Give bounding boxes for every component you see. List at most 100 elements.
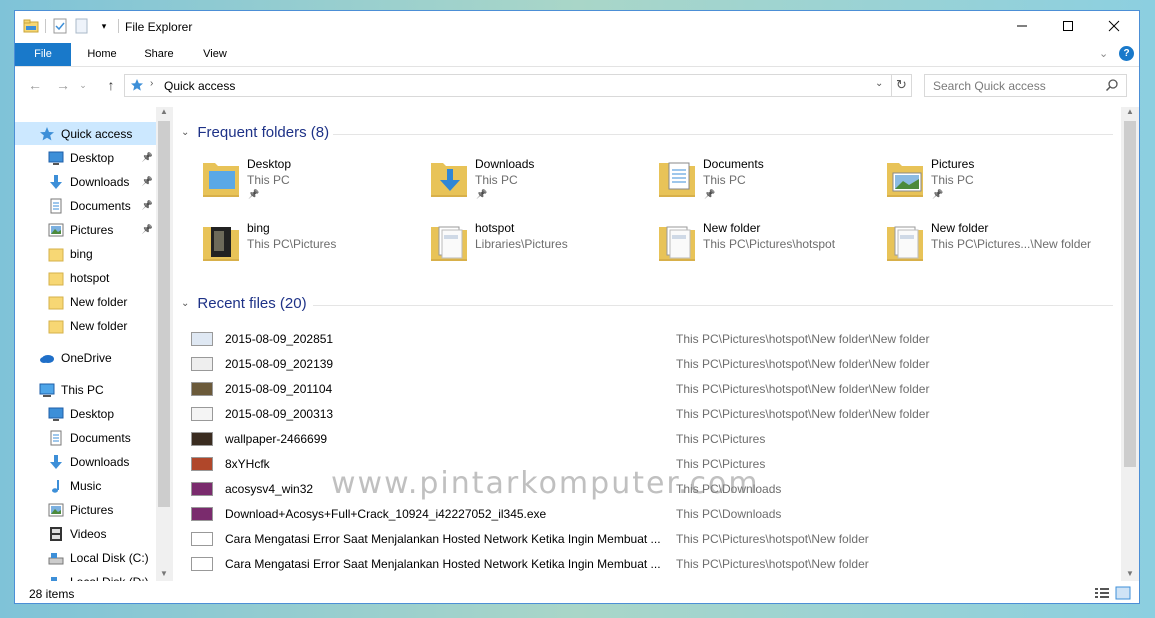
nav-item-new-folder[interactable]: New folder: [15, 290, 157, 313]
forward-button[interactable]: →: [53, 75, 73, 95]
folder-tile[interactable]: New folder This PC\Pictures\hotspot: [657, 219, 885, 275]
back-arrow-icon: ←: [28, 77, 42, 93]
details-view-icon[interactable]: [1094, 586, 1110, 603]
nav-item-music[interactable]: Music: [15, 474, 157, 497]
navigation-pane-scrollbar[interactable]: ▲ ▼: [156, 107, 173, 581]
nav-item-label: Local Disk (C:): [70, 550, 149, 565]
recent-file-row[interactable]: Cara Mengatasi Error Saat Menjalankan Ho…: [191, 526, 1111, 551]
nav-item-label: OneDrive: [61, 350, 112, 365]
help-icon[interactable]: ?: [1119, 46, 1134, 61]
file-location: This PC\Downloads: [676, 506, 782, 521]
refresh-icon[interactable]: ↻: [896, 77, 907, 93]
scrollbar-thumb[interactable]: [158, 121, 170, 507]
scroll-down-icon[interactable]: ▼: [160, 569, 168, 578]
expand-ribbon-chevron-icon[interactable]: ⌄: [1099, 47, 1108, 60]
nav-item-local-disk-d[interactable]: Local Disk (D:): [15, 570, 157, 581]
folder-tile[interactable]: Documents This PC 📌: [657, 155, 885, 211]
folder-tile[interactable]: Pictures This PC 📌: [885, 155, 1113, 211]
large-icons-view-icon[interactable]: [1115, 586, 1131, 603]
nav-item-quick-access[interactable]: Quick access: [15, 122, 157, 145]
recent-file-row[interactable]: 2015-08-09_200313 This PC\Pictures\hotspo…: [191, 401, 1111, 426]
nav-item-downloads[interactable]: Downloads: [15, 450, 157, 473]
nav-item-this-pc[interactable]: This PC: [15, 378, 157, 401]
folder-tile[interactable]: Downloads This PC 📌: [429, 155, 657, 211]
close-icon: [1108, 20, 1120, 32]
search-input[interactable]: Search Quick access: [924, 74, 1127, 97]
tab-file[interactable]: File: [15, 43, 71, 66]
nav-item-desktop[interactable]: Desktop: [15, 402, 157, 425]
pin-icon[interactable]: 📌: [142, 200, 153, 211]
address-history-chevron-icon[interactable]: ⌄: [875, 78, 883, 89]
file-thumbnail-icon: [191, 556, 213, 571]
nav-item-local-disk-c[interactable]: Local Disk (C:): [15, 546, 157, 569]
frequent-folders-heading: Frequent folders (8): [197, 124, 330, 141]
computer-icon: [39, 382, 55, 398]
folder-tile[interactable]: Desktop This PC 📌: [201, 155, 429, 211]
scroll-down-icon[interactable]: ▼: [1126, 569, 1134, 578]
nav-item-new-folder[interactable]: New folder: [15, 314, 157, 337]
close-button[interactable]: [1091, 11, 1137, 41]
nav-item-label: Quick access: [61, 126, 133, 141]
nav-item-pictures[interactable]: Pictures: [15, 498, 157, 521]
pin-icon: 📌: [932, 189, 944, 199]
folder-tile[interactable]: hotspot Libraries\Pictures: [429, 219, 657, 275]
minimize-button[interactable]: [999, 11, 1045, 41]
content-scrollbar[interactable]: ▲ ▼: [1121, 107, 1139, 581]
nav-item-desktop[interactable]: Desktop 📌: [15, 146, 157, 169]
pin-icon[interactable]: 📌: [142, 224, 153, 235]
nav-item-bing[interactable]: bing: [15, 242, 157, 265]
watermark-text: www.pintarkomputer.com: [331, 466, 760, 501]
toolbar-separator: [118, 19, 119, 33]
pin-icon[interactable]: 📌: [142, 176, 153, 187]
frequent-folders-group-header[interactable]: ⌄ Frequent folders (8): [181, 124, 329, 141]
up-button[interactable]: ↑: [101, 75, 121, 95]
pin-icon[interactable]: 📌: [142, 152, 153, 163]
folder-name: Documents: [703, 157, 764, 171]
collapse-chevron-icon[interactable]: ⌄: [181, 298, 189, 309]
collapse-chevron-icon[interactable]: ⌄: [181, 127, 189, 138]
folder-icon: [659, 226, 695, 261]
recent-file-row[interactable]: 2015-08-09_202139 This PC\Pictures\hotspo…: [191, 351, 1111, 376]
recent-locations-button[interactable]: ⌄: [77, 75, 89, 95]
recent-file-row[interactable]: Cara Mengatasi Error Saat Menjalankan Ho…: [191, 576, 1111, 581]
nav-item-downloads[interactable]: Downloads 📌: [15, 170, 157, 193]
file-name: Cara Mengatasi Error Saat Menjalankan Ho…: [225, 556, 661, 571]
scroll-up-icon[interactable]: ▲: [160, 107, 168, 116]
nav-item-label: Desktop: [70, 406, 115, 421]
nav-item-documents[interactable]: Documents 📌: [15, 194, 157, 217]
folder-tile[interactable]: New folder This PC\Pictures...\New folder: [885, 219, 1113, 275]
file-location: This PC\Pictures: [676, 431, 766, 446]
drive-icon: [48, 574, 64, 581]
nav-item-onedrive[interactable]: OneDrive: [15, 346, 157, 369]
tab-home[interactable]: Home: [77, 43, 127, 66]
scroll-up-icon[interactable]: ▲: [1126, 107, 1134, 116]
status-bar: 28 items: [15, 584, 1139, 604]
nav-item-videos[interactable]: Videos: [15, 522, 157, 545]
tab-view[interactable]: View: [193, 43, 237, 66]
item-count: 28 items: [29, 587, 75, 601]
nav-item-label: New folder: [70, 294, 128, 309]
recent-file-row[interactable]: 2015-08-09_202851 This PC\Pictures\hotspo…: [191, 326, 1111, 351]
recent-file-row[interactable]: wallpaper-2466699 This PC\Pictures: [191, 426, 1111, 451]
customize-toolbar-dropdown-icon[interactable]: ▾: [96, 18, 112, 34]
back-button[interactable]: ←: [25, 75, 45, 95]
new-folder-icon[interactable]: [74, 18, 90, 34]
folder-icon: [48, 270, 64, 286]
nav-item-documents[interactable]: Documents: [15, 426, 157, 449]
file-thumbnail-icon: [191, 531, 213, 546]
recent-files-group-header[interactable]: ⌄ Recent files (20): [181, 295, 307, 312]
tab-share[interactable]: Share: [135, 43, 183, 66]
folder-tile[interactable]: bing This PC\Pictures: [201, 219, 429, 275]
recent-file-row[interactable]: Download+Acosys+Full+Crack_10924_i422270…: [191, 501, 1111, 526]
address-bar[interactable]: › Quick access ⌄ ↻: [124, 74, 912, 97]
nav-item-pictures[interactable]: Pictures 📌: [15, 218, 157, 241]
properties-icon[interactable]: [52, 18, 68, 34]
scrollbar-thumb[interactable]: [1124, 121, 1136, 467]
recent-file-row[interactable]: Cara Mengatasi Error Saat Menjalankan Ho…: [191, 551, 1111, 576]
nav-item-hotspot[interactable]: hotspot: [15, 266, 157, 289]
download-arrow-icon: [48, 174, 64, 190]
folder-icon: [887, 163, 923, 197]
recent-file-row[interactable]: 2015-08-09_201104 This PC\Pictures\hotspo…: [191, 376, 1111, 401]
maximize-button[interactable]: [1045, 11, 1091, 41]
maximize-icon: [1063, 21, 1073, 31]
